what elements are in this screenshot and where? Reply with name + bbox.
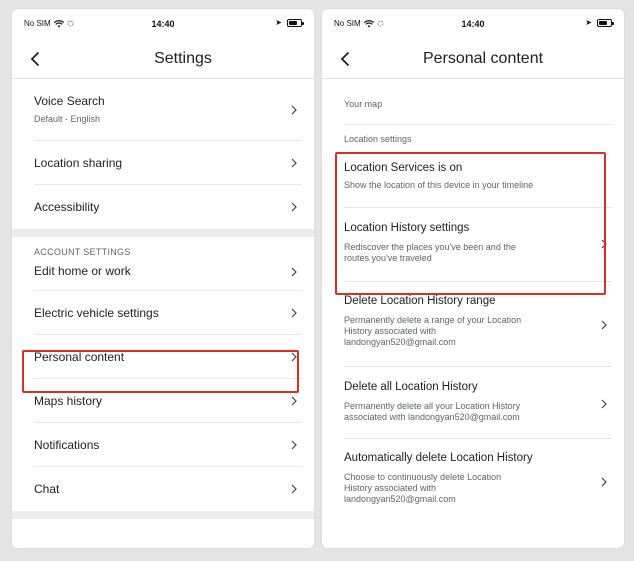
item-title: Electric vehicle settings <box>34 306 159 320</box>
chevron-right-icon <box>290 396 298 406</box>
battery-icon <box>287 19 304 27</box>
section-header-account: ACCOUNT SETTINGS <box>34 247 131 257</box>
delete-all-location-history-item[interactable]: Delete all Location History Permanently … <box>344 367 612 439</box>
item-title: Notifications <box>34 438 100 452</box>
location-arrow-icon: ➤ <box>585 18 592 27</box>
battery-icon <box>597 19 614 27</box>
back-chevron-icon[interactable] <box>25 49 45 69</box>
item-subtitle: Permanently delete all your Location His… <box>344 401 521 411</box>
section-divider <box>12 229 314 237</box>
your-map-item[interactable]: Your map <box>344 79 612 125</box>
settings-list: Voice Search Default - English Location … <box>12 79 314 519</box>
chevron-right-icon <box>290 267 298 277</box>
chevron-right-icon <box>290 105 298 115</box>
item-subtitle: Default - English <box>34 114 101 124</box>
chevron-right-icon <box>600 477 608 487</box>
chevron-right-icon <box>600 399 608 409</box>
item-title: Edit home or work <box>34 264 131 278</box>
header: Settings <box>12 39 314 79</box>
header: Personal content <box>322 39 624 79</box>
chevron-right-icon <box>290 202 298 212</box>
personal-content-screen: No SIM 14:40 ➤ Personal content Your map… <box>322 9 624 548</box>
highlight-box-location-settings <box>335 152 606 295</box>
status-bar: No SIM 14:40 ➤ <box>322 9 624 39</box>
item-subtitle: associated with landongyan520@gmail.com <box>344 412 520 422</box>
chevron-right-icon <box>290 440 298 450</box>
item-title: Delete Location History range <box>344 295 496 307</box>
chevron-right-icon <box>600 320 608 330</box>
location-sharing-item[interactable]: Location sharing <box>34 141 302 185</box>
item-subtitle: History associated with <box>344 483 437 493</box>
status-time: 14:40 <box>151 19 175 29</box>
status-right: ➤ <box>585 18 614 27</box>
personal-content-list: Your map Location settings Location Serv… <box>322 79 624 519</box>
chat-item[interactable]: Chat <box>34 467 302 511</box>
location-arrow-icon: ➤ <box>275 18 282 27</box>
status-bar: No SIM 14:40 ➤ <box>12 9 314 39</box>
notifications-item[interactable]: Notifications <box>34 423 302 467</box>
item-title: Maps history <box>34 394 103 408</box>
item-title: Chat <box>34 482 60 496</box>
highlight-box-personal-content <box>22 350 299 393</box>
chevron-right-icon <box>290 484 298 494</box>
section-divider <box>12 511 314 519</box>
item-subtitle: Permanently delete a range of your Locat… <box>344 315 522 325</box>
chevron-right-icon <box>290 158 298 168</box>
section-header-location-settings: Location settings <box>344 134 412 144</box>
item-title: Voice Search <box>34 94 105 108</box>
item-title: Delete all Location History <box>344 381 478 393</box>
item-subtitle: History associated with <box>344 326 437 336</box>
ev-settings-item[interactable]: Electric vehicle settings <box>34 291 302 335</box>
item-title: Accessibility <box>34 200 100 214</box>
item-subtitle: landongyan520@gmail.com <box>344 494 456 504</box>
chevron-right-icon <box>290 308 298 318</box>
settings-screen: No SIM 14:40 ➤ Settings Voice Search Def… <box>12 9 314 548</box>
accessibility-item[interactable]: Accessibility <box>34 185 302 229</box>
page-title: Settings <box>154 50 212 67</box>
item-subtitle: Choose to continuously delete Location <box>344 472 502 482</box>
item-title: Automatically delete Location History <box>344 452 533 464</box>
auto-delete-location-history-item[interactable]: Automatically delete Location History Ch… <box>344 439 612 519</box>
status-right: ➤ <box>275 18 304 27</box>
voice-search-item[interactable]: Voice Search Default - English <box>34 79 302 141</box>
page-title: Personal content <box>422 50 544 67</box>
status-time: 14:40 <box>461 19 485 29</box>
item-subtitle: landongyan520@gmail.com <box>344 337 456 347</box>
item-title: Location sharing <box>34 156 123 170</box>
item-label: Your map <box>344 99 383 109</box>
edit-home-work-item[interactable]: Edit home or work <box>34 259 302 291</box>
